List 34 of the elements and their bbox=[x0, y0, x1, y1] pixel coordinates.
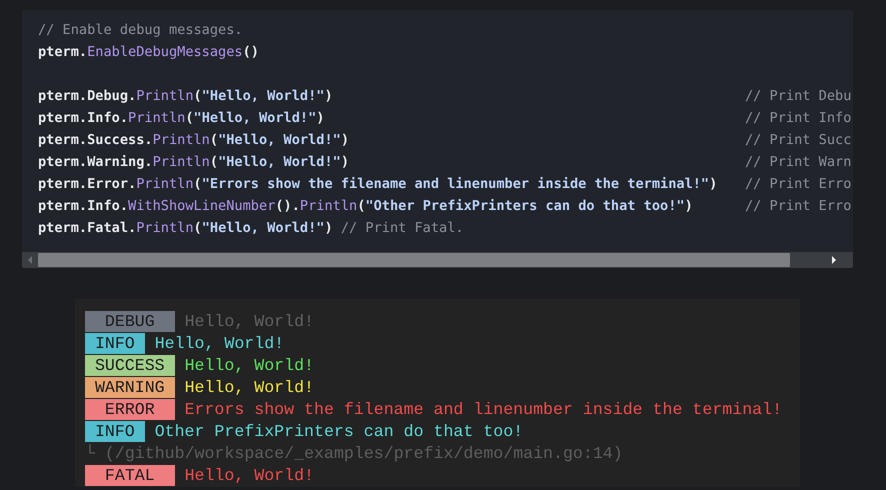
horizontal-scrollbar[interactable] bbox=[22, 252, 853, 268]
scrollbar-thumb[interactable] bbox=[38, 253, 790, 267]
code-line: // Enable debug messages. bbox=[38, 22, 243, 38]
code-comment: // Print Info bbox=[745, 109, 852, 128]
code-comment: // Print Succ bbox=[745, 131, 852, 150]
log-message: Other PrefixPrinters can do that too! bbox=[154, 422, 524, 440]
log-message: Errors show the filename and linenumber inside the terminal! bbox=[184, 400, 782, 418]
code-line: pterm.Warning.Println("Hello, World!") bbox=[38, 154, 350, 170]
scroll-right-icon[interactable] bbox=[830, 255, 838, 265]
source-location: └ (/github/workspace/_examples/prefix/demo/main.go:14) bbox=[85, 444, 623, 462]
log-message: Hello, World! bbox=[154, 334, 284, 352]
code-line: pterm.Error.Println("Errors show the filename and linenumber inside the terminal!") bbox=[38, 176, 718, 192]
level-badge: WARNING bbox=[85, 376, 175, 398]
code-line: pterm.EnableDebugMessages() bbox=[38, 44, 259, 60]
level-badge: DEBUG bbox=[85, 310, 175, 332]
code-comment: // Print Erro bbox=[745, 197, 852, 216]
code-line: pterm.Fatal.Println("Hello, World!") // Print Fatal. bbox=[38, 220, 464, 236]
log-message: Hello, World! bbox=[184, 356, 314, 374]
code-line: pterm.Info.WithShowLineNumber().Println("Other PrefixPrinters can do that too!") bbox=[38, 198, 693, 214]
code-comment: // Print Debu bbox=[745, 87, 852, 106]
level-badge: INFO bbox=[85, 420, 145, 442]
code-comment: // Print Warn bbox=[745, 153, 852, 172]
code-line: pterm.Success.Println("Hello, World!") bbox=[38, 132, 350, 148]
scroll-left-icon[interactable] bbox=[26, 255, 34, 265]
code-comment: // Print Erro bbox=[745, 175, 852, 194]
code-line: pterm.Info.Println("Hello, World!") bbox=[38, 110, 324, 126]
log-message: Hello, World! bbox=[184, 378, 314, 396]
code-line: pterm.Debug.Println("Hello, World!") bbox=[38, 88, 333, 104]
log-message: Hello, World! bbox=[184, 312, 314, 330]
level-badge: INFO bbox=[85, 332, 145, 354]
level-badge: SUCCESS bbox=[85, 354, 175, 376]
level-badge: ERROR bbox=[85, 398, 175, 420]
level-badge: FATAL bbox=[85, 464, 175, 486]
log-message: Hello, World! bbox=[184, 466, 314, 484]
